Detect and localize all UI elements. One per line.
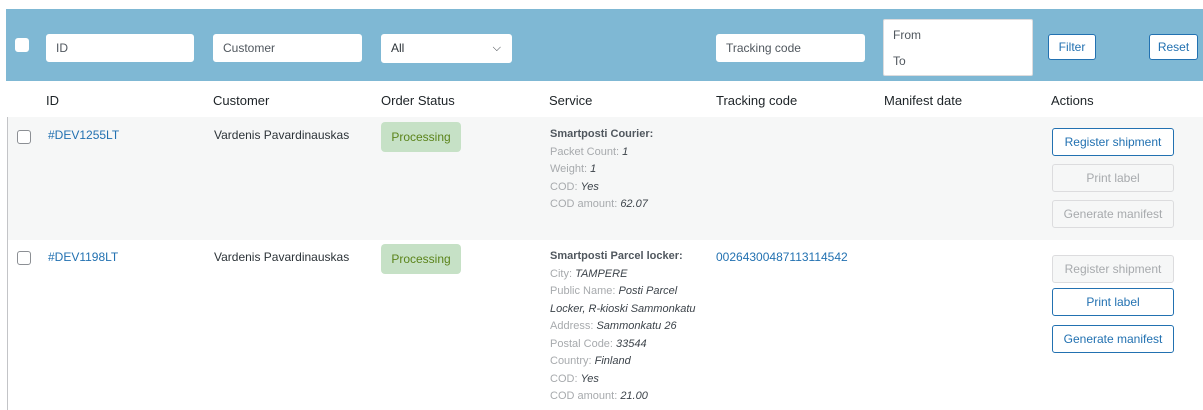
customer-name: Vardenis Pavardinauskas [214, 128, 350, 142]
column-header-customer: Customer [213, 93, 270, 108]
order-id-link[interactable]: #DEV1198LT [48, 250, 118, 264]
tracking-code-link[interactable]: 00264300487113114542 [716, 250, 848, 264]
service-detail-line: Packet Count: 1 [550, 145, 629, 158]
print-label-button[interactable]: Print label [1052, 164, 1174, 192]
column-header-tracking-code: Tracking code [716, 93, 798, 108]
chevron-down-icon: ⌵ [492, 42, 501, 54]
customer-name: Vardenis Pavardinauskas [214, 250, 350, 264]
select-all-checkbox[interactable] [15, 38, 29, 52]
service-detail-line: COD: Yes [550, 180, 599, 193]
register-shipment-button[interactable]: Register shipment [1052, 128, 1174, 156]
column-header-manifest-date: Manifest date [884, 93, 963, 108]
date-to-field[interactable]: To [893, 54, 906, 68]
register-shipment-button[interactable]: Register shipment [1052, 255, 1174, 283]
row-checkbox[interactable] [17, 251, 31, 265]
service-detail-line: Weight: 1 [550, 163, 597, 175]
order-status-select[interactable]: All ⌵ [381, 34, 512, 63]
customer-filter-input[interactable] [213, 34, 362, 62]
column-header-id: ID [46, 93, 59, 108]
tracking-code-filter-input[interactable] [716, 34, 865, 62]
service-details: Smartposti Courier: Packet Count: 1 Weig… [550, 126, 710, 214]
service-detail-line: Postal Code: 33544 [550, 337, 647, 350]
print-label-button[interactable]: Print label [1052, 288, 1174, 316]
table-row: #DEV1198LT Vardenis Pavardinauskas Proce… [7, 240, 1203, 410]
service-detail-line: Address: Sammonkatu 26 [550, 320, 677, 332]
service-detail-line: COD: Yes [550, 372, 599, 385]
order-status-selected-value: All [391, 41, 405, 55]
service-detail-line: Public Name: Posti Parcel Locker, R-kios… [550, 285, 696, 315]
reset-button[interactable]: Reset [1149, 34, 1198, 60]
filter-bar: All ⌵ From To Filter Reset [6, 9, 1203, 81]
row-checkbox[interactable] [17, 130, 31, 144]
date-from-field[interactable]: From [893, 28, 921, 42]
column-header-order-status: Order Status [381, 93, 455, 108]
filter-button[interactable]: Filter [1048, 34, 1096, 60]
service-title: Smartposti Courier: [550, 128, 654, 140]
status-badge: Processing [381, 244, 461, 274]
generate-manifest-button[interactable]: Generate manifest [1052, 200, 1174, 228]
status-badge: Processing [381, 122, 461, 152]
column-header-actions: Actions [1051, 93, 1094, 108]
id-filter-input[interactable] [46, 34, 194, 62]
service-details: Smartposti Parcel locker: City: TAMPERE … [550, 248, 710, 406]
order-id-link[interactable]: #DEV1255LT [48, 128, 119, 142]
service-detail-line: COD amount: 21.00 [550, 390, 648, 402]
service-title: Smartposti Parcel locker: [550, 250, 683, 262]
service-detail-line: City: TAMPERE [550, 267, 628, 280]
table-row: #DEV1255LT Vardenis Pavardinauskas Proce… [7, 117, 1203, 240]
column-header-service: Service [549, 93, 593, 108]
service-detail-line: Country: Finland [550, 355, 631, 367]
generate-manifest-button[interactable]: Generate manifest [1052, 325, 1174, 353]
manifest-date-range[interactable]: From To [883, 19, 1033, 76]
service-detail-line: COD amount: 62.07 [550, 198, 648, 210]
